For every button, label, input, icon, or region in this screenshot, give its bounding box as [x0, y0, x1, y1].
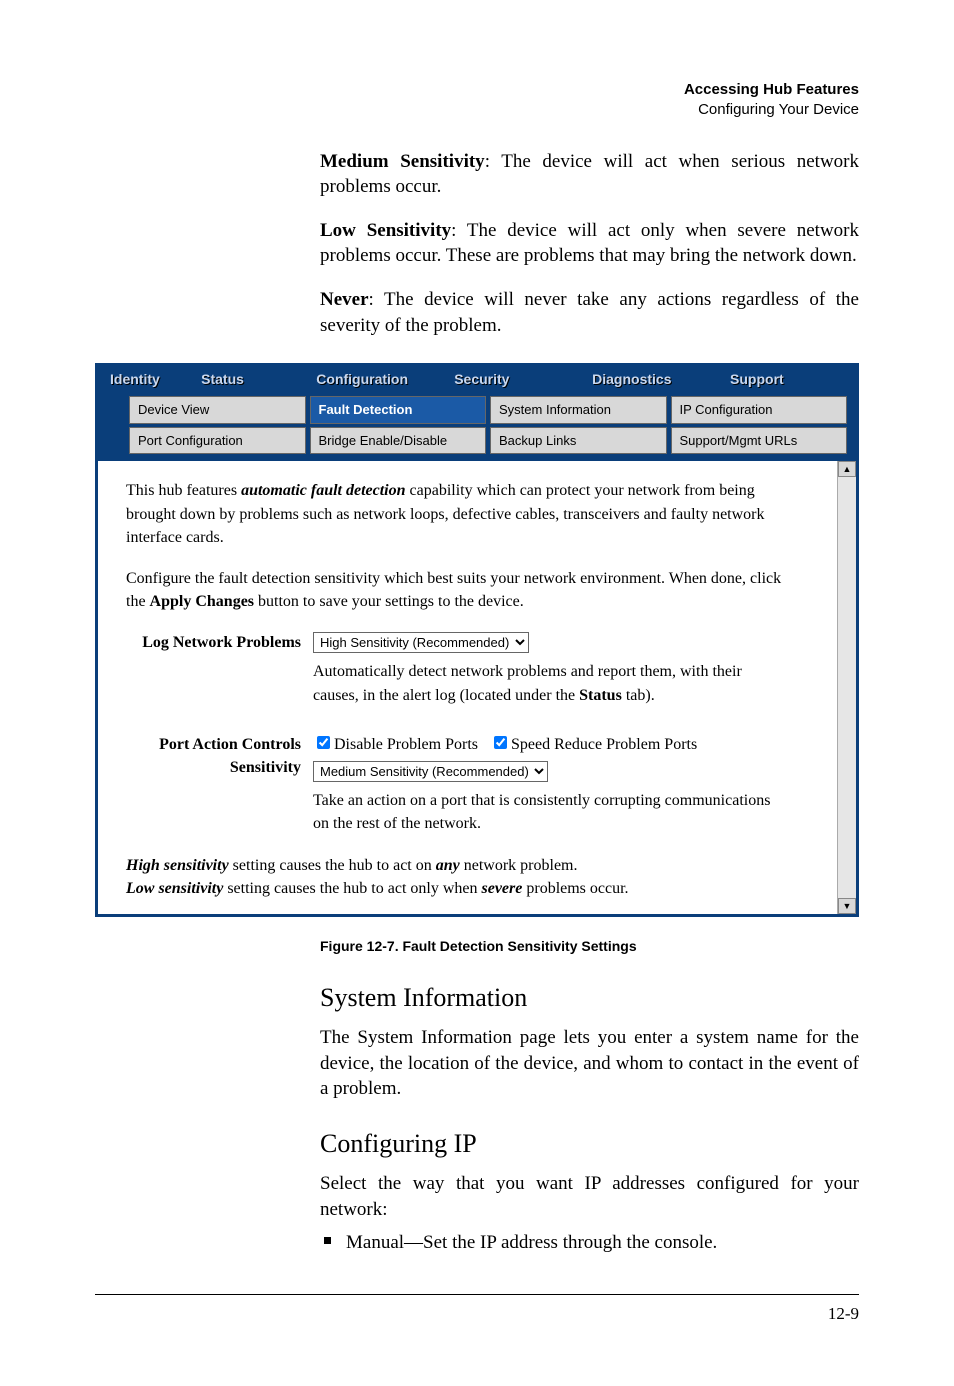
help-log: Automatically detect network problems an…	[313, 660, 773, 706]
cb-disable-ports[interactable]	[317, 736, 330, 749]
tab-identity-status[interactable]: Identity Status	[98, 366, 304, 393]
btn-port-configuration[interactable]: Port Configuration	[129, 427, 306, 455]
para-sysinfo: The System Information page lets you ent…	[320, 1025, 859, 1102]
label-port-action: Port Action Controls Sensitivity	[126, 733, 313, 779]
tab-bar: Identity Status Configuration Security D…	[98, 366, 856, 393]
running-header: Accessing Hub Features Configuring Your …	[95, 80, 859, 121]
content-pane: ▲ ▼ This hub features automatic fault de…	[98, 459, 856, 914]
ip-bullet-list: Manual—Set the IP address through the co…	[320, 1230, 859, 1256]
btn-device-view[interactable]: Device View	[129, 396, 306, 424]
tab-diagnostics[interactable]: Diagnostics	[580, 366, 718, 393]
sensitivity-footnotes: High sensitivity setting causes the hub …	[126, 854, 786, 900]
cb-disable-ports-label[interactable]: Disable Problem Ports	[313, 736, 478, 753]
btn-support-urls[interactable]: Support/Mgmt URLs	[671, 427, 848, 455]
btn-fault-detection[interactable]: Fault Detection	[310, 396, 487, 424]
btn-system-information[interactable]: System Information	[490, 396, 667, 424]
para-never: Never: The device will never take any ac…	[320, 287, 859, 338]
running-header-subtitle: Configuring Your Device	[698, 101, 859, 118]
scroll-up-icon[interactable]: ▲	[838, 461, 856, 477]
heading-system-information: System Information	[320, 980, 859, 1015]
tab-security[interactable]: Security	[442, 366, 580, 393]
para-ip: Select the way that you want IP addresse…	[320, 1171, 859, 1222]
row-log-problems: Log Network Problems High Sensitivity (R…	[126, 631, 828, 707]
select-port-sensitivity[interactable]: Medium Sensitivity (Recommended)	[313, 761, 548, 782]
cb-speed-reduce[interactable]	[494, 736, 507, 749]
tab-support[interactable]: Support	[718, 366, 856, 393]
para-medium: Medium Sensitivity: The device will act …	[320, 149, 859, 200]
select-log-sensitivity[interactable]: High Sensitivity (Recommended)	[313, 632, 529, 653]
running-header-title: Accessing Hub Features	[684, 81, 859, 98]
page-number: 12-9	[95, 1303, 859, 1326]
cb-speed-reduce-label[interactable]: Speed Reduce Problem Ports	[490, 736, 697, 753]
heading-configuring-ip: Configuring IP	[320, 1126, 859, 1161]
scrollbar[interactable]: ▲ ▼	[837, 461, 856, 914]
btn-backup-links[interactable]: Backup Links	[490, 427, 667, 455]
checkbox-row: Disable Problem Ports Speed Reduce Probl…	[313, 733, 828, 756]
para-low: Low Sensitivity: The device will act onl…	[320, 218, 859, 269]
row-port-action: Port Action Controls Sensitivity Disable…	[126, 733, 828, 836]
label-log-problems: Log Network Problems	[126, 631, 313, 654]
btn-bridge-enable[interactable]: Bridge Enable/Disable	[310, 427, 487, 455]
app-window: Identity Status Configuration Security D…	[95, 363, 859, 917]
help-port: Take an action on a port that is consist…	[313, 789, 773, 835]
figure-caption: Figure 12-7. Fault Detection Sensitivity…	[320, 937, 859, 956]
intro-text-1: This hub features automatic fault detect…	[126, 479, 786, 549]
footer-rule	[95, 1294, 859, 1295]
list-item: Manual—Set the IP address through the co…	[320, 1230, 859, 1256]
tab-configuration[interactable]: Configuration	[304, 366, 442, 393]
intro-text-2: Configure the fault detection sensitivit…	[126, 567, 786, 613]
scroll-down-icon[interactable]: ▼	[838, 898, 856, 914]
btn-ip-configuration[interactable]: IP Configuration	[671, 396, 848, 424]
config-button-rows: Device View Fault Detection System Infor…	[98, 396, 856, 459]
